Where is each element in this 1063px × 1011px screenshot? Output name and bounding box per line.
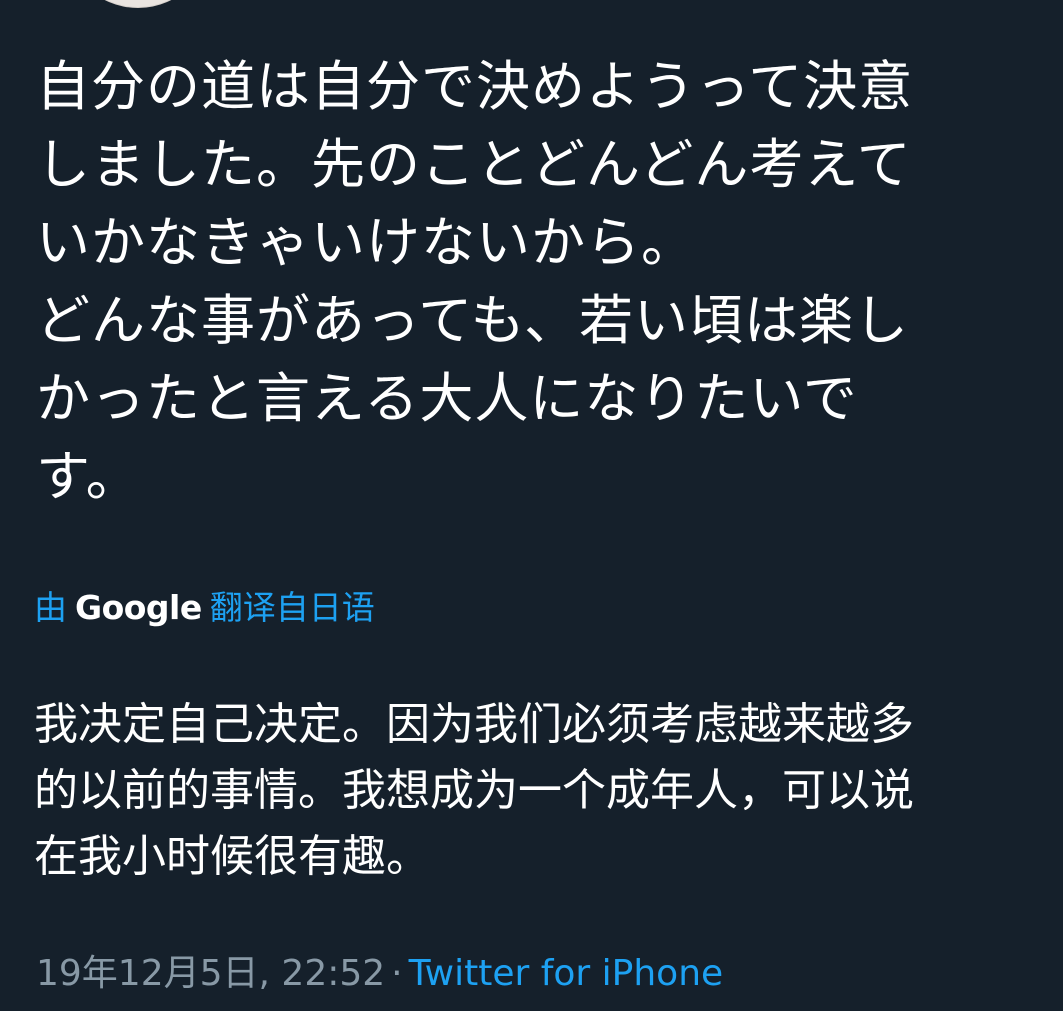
google-logo-text: Google (75, 588, 202, 627)
translated-text-line: 在我小时候很有趣。 (34, 831, 430, 882)
translate-suffix: 翻译自日语 (209, 588, 375, 627)
translated-text: 我决定自己决定。因为我们必须考虑越来越多 的以前的事情。我想成为一个成年人，可以… (34, 692, 1044, 890)
tweet-text-line: しました。先のことどんどん考えて (36, 133, 912, 196)
translate-prefix: 由 (34, 588, 67, 627)
tweet-text-line: いかなきゃいけないから。 (36, 211, 696, 274)
tweet-timestamp[interactable]: 19年12月5日, 22:52 (36, 953, 385, 994)
tweet-text-line: かったと言える大人になりたいで (36, 367, 858, 430)
tweet-text: 自分の道は自分で決めようって決意 しました。先のことどんどん考えて いかなきゃい… (36, 48, 1036, 516)
translated-by-google-link[interactable]: 由 Google 翻译自日语 (34, 585, 375, 631)
translated-text-line: 我决定自己决定。因为我们必须考虑越来越多 (34, 699, 914, 750)
meta-separator: · (391, 953, 403, 994)
tweet-text-line: どんな事があっても、若い頃は楽し (36, 289, 909, 352)
tweet-source-link[interactable]: Twitter for iPhone (409, 953, 724, 994)
tweet-text-line: す。 (36, 445, 141, 508)
translated-text-line: 的以前的事情。我想成为一个成年人，可以说 (34, 765, 914, 816)
tweet-meta: 19年12月5日, 22:52 · Twitter for iPhone (36, 950, 723, 998)
tweet-text-line: 自分の道は自分で決めようって決意 (36, 55, 914, 118)
avatar[interactable] (62, 0, 214, 8)
